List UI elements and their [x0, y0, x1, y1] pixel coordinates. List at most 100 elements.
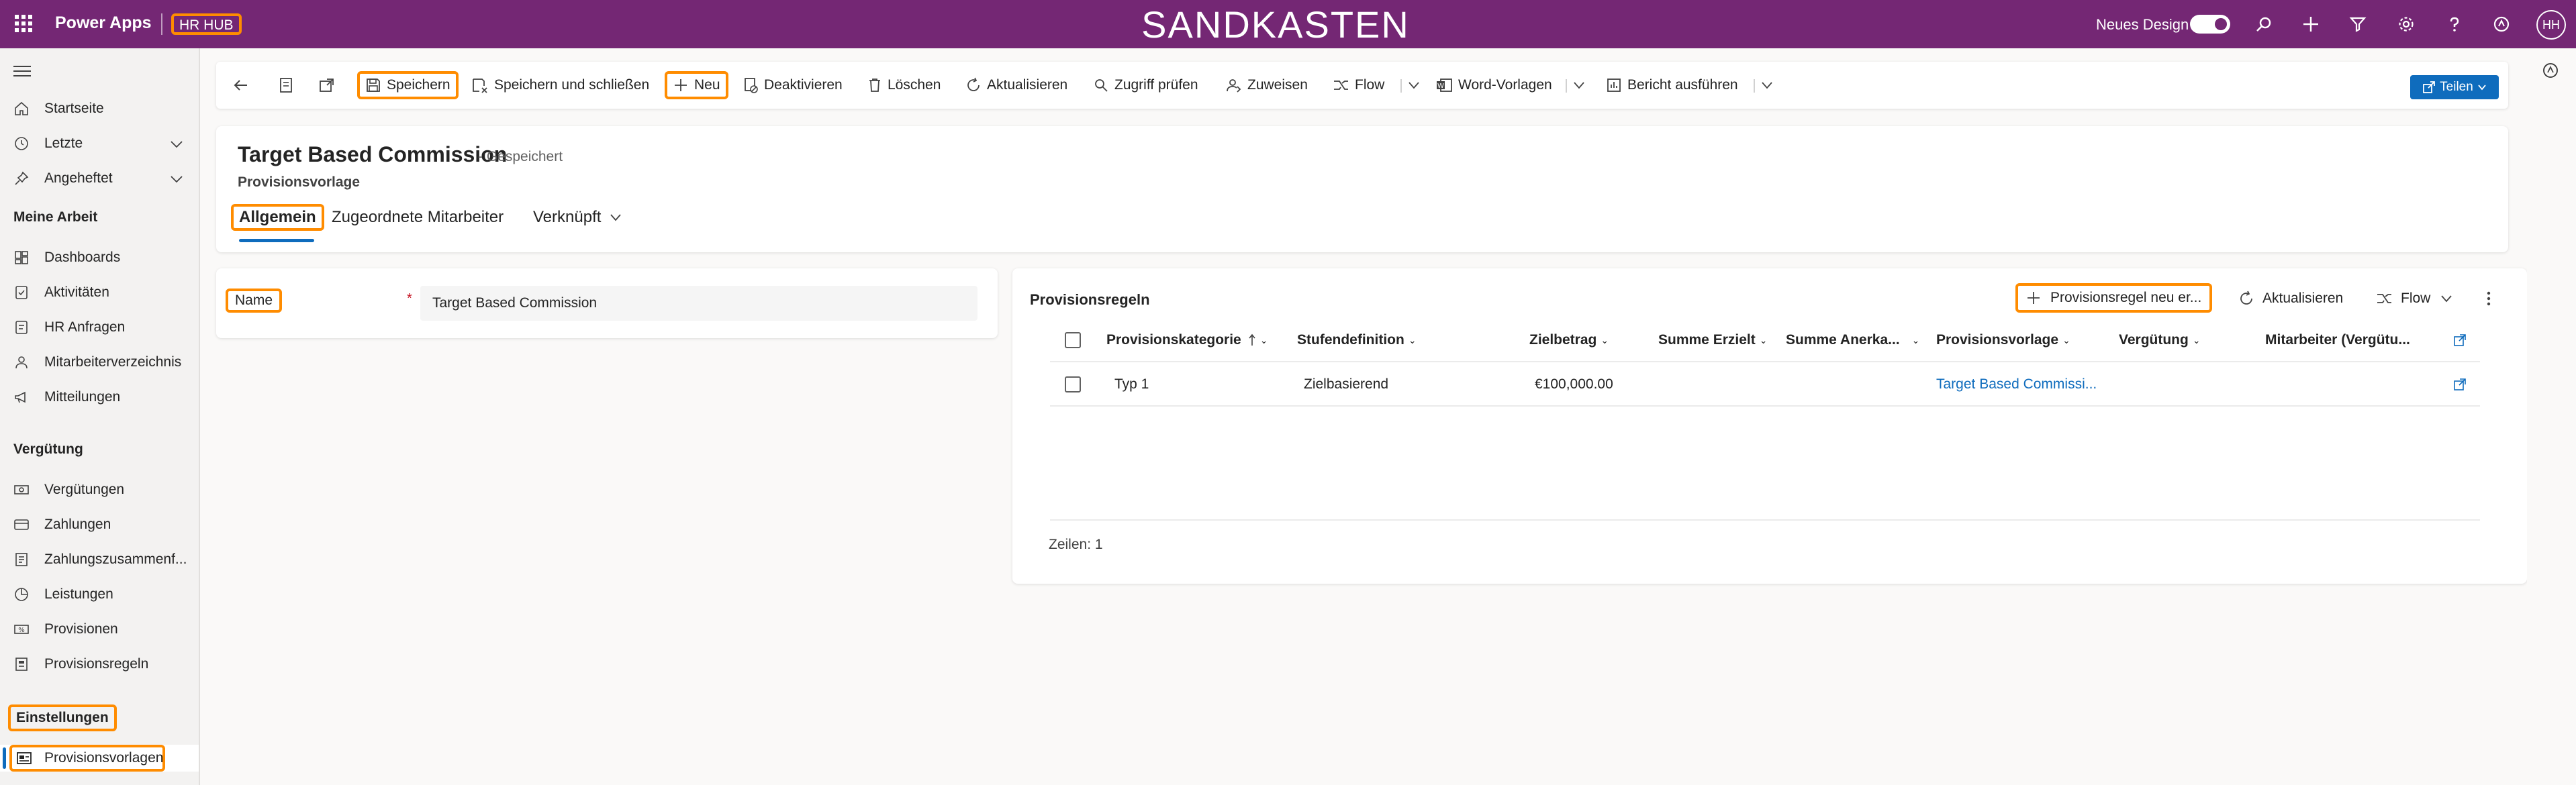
person-icon [15, 356, 28, 369]
sidebar-item-label: Aktivitäten [44, 284, 109, 300]
command-divider [1566, 79, 1567, 93]
table-row[interactable]: Typ 1 Zielbasierend €100,000.00 Target B… [1050, 364, 2480, 407]
pin-icon [15, 171, 29, 185]
gear-icon[interactable] [2394, 12, 2418, 36]
new-commission-rule-button[interactable]: Provisionsregel neu er... [2015, 283, 2213, 313]
hub-name[interactable]: HR HUB [171, 13, 242, 35]
tab-allgemein[interactable]: Allgemein [231, 204, 324, 231]
sidebar-item-label: Startseite [44, 101, 104, 116]
run-report-dropdown[interactable] [1760, 71, 1779, 99]
column-header-verguetung[interactable]: Vergütung ⌄ [2119, 319, 2201, 361]
avatar[interactable]: HH [2536, 10, 2566, 40]
sidebar-item-provisionen[interactable]: % Provisionen [0, 616, 199, 643]
sidebar: Startseite Letzte Angeheftet Meine Arbei… [0, 48, 200, 785]
popout-icon [320, 78, 334, 92]
row-checkbox[interactable] [1065, 364, 1081, 405]
app-name[interactable]: Power Apps [55, 13, 152, 33]
cell-zielbetrag: €100,000.00 [1535, 376, 1613, 392]
sidebar-item-label: Zahlungen [44, 517, 111, 532]
record-info-button[interactable] [278, 71, 299, 99]
save-close-icon [473, 78, 487, 93]
app-launcher-icon[interactable] [15, 15, 32, 32]
filter-icon[interactable] [2346, 12, 2370, 36]
sidebar-item-letzte[interactable]: Letzte [0, 130, 199, 157]
sidebar-item-zahlungen[interactable]: Zahlungen [0, 511, 199, 538]
sidebar-item-angeheftet[interactable]: Angeheftet [0, 165, 199, 192]
sidebar-item-label: HR Anfragen [44, 319, 126, 335]
subgrid-flow-button[interactable]: Flow [2375, 289, 2461, 309]
column-header-stufendefinition[interactable]: Stufendefinition ⌄ [1297, 319, 1417, 361]
template-icon [17, 752, 32, 764]
delete-label: Löschen [888, 77, 941, 93]
run-report-button[interactable]: Bericht ausführen [1606, 71, 1738, 99]
save-label: Speichern [387, 77, 450, 93]
column-header-zielbetrag[interactable]: Zielbetrag ⌄ [1529, 319, 1609, 361]
sidebar-item-provisionsvorlagen[interactable]: Provisionsvorlagen [0, 745, 199, 772]
back-button[interactable] [232, 71, 255, 99]
share-button[interactable]: Teilen [2410, 75, 2499, 99]
open-new-window-button[interactable] [318, 71, 341, 99]
copilot-pane-icon[interactable] [2542, 62, 2559, 83]
deactivate-label: Deaktivieren [764, 77, 843, 93]
new-design-label: Neues Design [2096, 16, 2189, 33]
open-record-icon[interactable] [2453, 364, 2467, 405]
help-icon[interactable] [2442, 12, 2467, 36]
column-header-provisionskategorie[interactable]: Provisionskategorie ⌄ [1106, 319, 1268, 361]
search-icon[interactable] [2252, 12, 2276, 36]
save-button[interactable]: Speichern [357, 71, 459, 99]
payment-icon [14, 519, 29, 530]
column-header-summe-erzielt[interactable]: Summe Erzielt ⌄ [1658, 319, 1767, 361]
column-header-mitarbeiter[interactable]: Mitarbeiter (Vergütu... [2265, 319, 2410, 361]
sidebar-item-hr-anfragen[interactable]: HR Anfragen [0, 314, 199, 341]
cell-provisionsvorlage-link[interactable]: Target Based Commissi... [1936, 364, 2097, 405]
sidebar-item-aktivitaeten[interactable]: Aktivitäten [0, 279, 199, 306]
subgrid-refresh-button[interactable]: Aktualisieren [2238, 289, 2343, 309]
select-all-checkbox[interactable] [1065, 319, 1081, 361]
sidebar-item-dashboards[interactable]: Dashboards [0, 244, 199, 271]
hamburger-icon[interactable] [13, 66, 31, 79]
flow-dropdown[interactable] [1407, 71, 1426, 99]
document-icon [280, 78, 292, 93]
subgrid-title: Provisionsregeln [1030, 291, 1150, 308]
tab-verknuepft[interactable]: Verknüpft [533, 208, 622, 227]
chevron-down-icon [2478, 85, 2486, 91]
tab-zugeordnete-mitarbeiter[interactable]: Zugeordnete Mitarbeiter [332, 208, 504, 227]
new-design-toggle[interactable] [2190, 15, 2230, 34]
sidebar-item-verguetungen[interactable]: Vergütungen [0, 476, 199, 503]
name-input[interactable] [420, 286, 977, 321]
sidebar-item-provisionsregeln[interactable]: Provisionsregeln [0, 651, 199, 678]
chevron-down-icon [610, 214, 622, 221]
sidebar-item-label: Provisionsregeln [44, 656, 149, 672]
chevron-down-icon [1574, 82, 1584, 89]
table-header-row: Provisionskategorie ⌄ Stufendefinition ⌄ … [1050, 319, 2480, 362]
refresh-label: Aktualisieren [987, 77, 1068, 93]
new-button[interactable]: Neu [665, 71, 728, 99]
refresh-icon [2240, 291, 2252, 305]
flow-button[interactable]: Flow [1332, 71, 1384, 99]
flow-icon [2377, 294, 2391, 303]
word-templates-button[interactable]: W Word-Vorlagen [1435, 71, 1552, 99]
delete-button[interactable]: Löschen [867, 71, 941, 99]
sidebar-item-mitarbeiterverzeichnis[interactable]: Mitarbeiterverzeichnis [0, 349, 199, 376]
sidebar-item-mitteilungen[interactable]: Mitteilungen [0, 384, 199, 411]
copilot-icon[interactable] [2489, 12, 2514, 36]
column-header-summe-anerkannt[interactable]: Summe Anerka... ⌄ [1786, 319, 1919, 361]
check-access-button[interactable]: Zugriff prüfen [1093, 71, 1198, 99]
new-commission-rule-label: Provisionsregel neu er... [2050, 290, 2202, 305]
save-and-close-button[interactable]: Speichern und schließen [471, 71, 649, 99]
chevron-down-icon[interactable] [169, 137, 184, 152]
open-grid-icon[interactable] [2453, 319, 2467, 361]
more-options-icon[interactable] [2485, 289, 2500, 309]
deactivate-button[interactable]: Deaktivieren [743, 71, 843, 99]
chevron-down-icon[interactable] [169, 172, 184, 187]
deactivate-icon [745, 78, 758, 93]
sidebar-item-zahlungszusammenfassung[interactable]: Zahlungszusammenf... [0, 546, 199, 573]
refresh-button[interactable]: Aktualisieren [965, 71, 1067, 99]
plus-icon[interactable] [2299, 12, 2323, 36]
column-header-provisionsvorlage[interactable]: Provisionsvorlage ⌄ [1936, 319, 2070, 361]
sidebar-item-leistungen[interactable]: Leistungen [0, 581, 199, 608]
sidebar-item-startseite[interactable]: Startseite [0, 95, 199, 122]
section-header-meine-arbeit: Meine Arbeit [13, 209, 98, 225]
word-templates-dropdown[interactable] [1572, 71, 1591, 99]
assign-button[interactable]: Zuweisen [1226, 71, 1308, 99]
